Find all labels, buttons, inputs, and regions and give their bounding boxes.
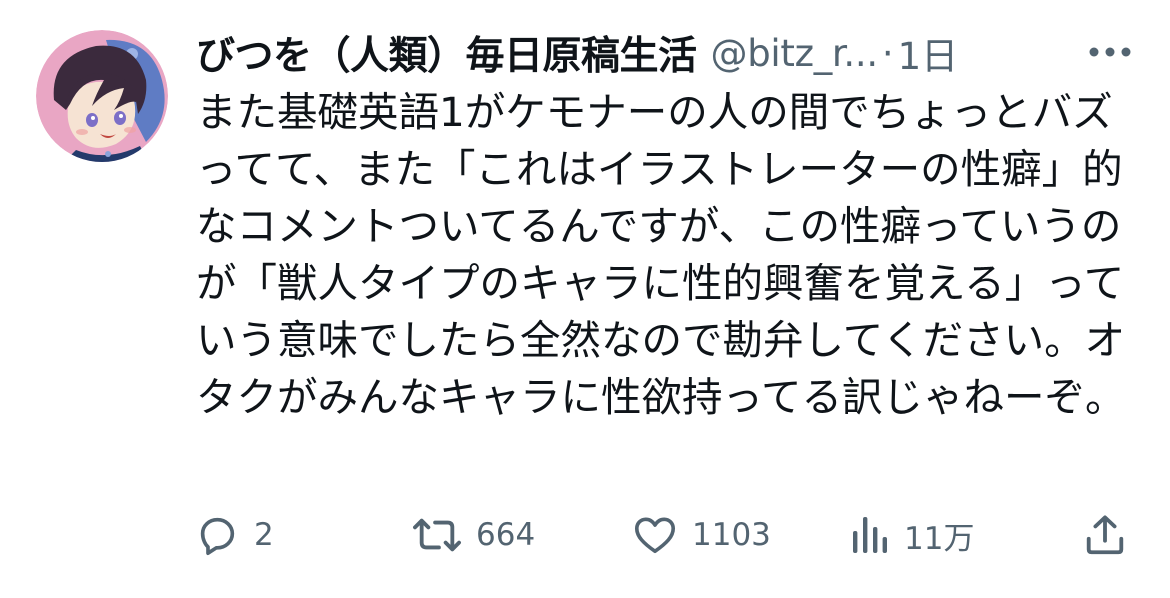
heart-icon [634, 517, 676, 554]
tweet-actions-bar: 2 664 1103 11万 [0, 505, 1170, 565]
avatar-illustration-icon [36, 30, 168, 162]
more-options-button[interactable] [1078, 32, 1142, 72]
user-handle[interactable]: @bitz_r... [711, 32, 879, 75]
like-button[interactable]: 1103 [632, 505, 771, 565]
retweet-button[interactable]: 664 [412, 505, 535, 565]
tweet-timestamp[interactable]: 1日 [898, 26, 959, 80]
share-button[interactable] [1082, 505, 1128, 565]
views-count: 11万 [904, 520, 975, 557]
views-button[interactable]: 11万 [850, 505, 974, 565]
like-count: 1103 [692, 517, 771, 553]
retweet-count: 664 [476, 517, 536, 553]
more-horizontal-icon [1089, 47, 1131, 57]
separator-dot: · [881, 31, 894, 75]
tweet-header: びつを（人類）毎日原稿生活 @bitz_r... · 1日 [196, 26, 1146, 80]
tweet-card[interactable]: びつを（人類）毎日原稿生活 @bitz_r... · 1日 また基礎英語1がケモ… [0, 0, 1170, 598]
retweet-icon [413, 518, 461, 552]
user-avatar[interactable] [36, 30, 168, 162]
reply-count: 2 [254, 517, 274, 553]
views-icon [853, 517, 887, 553]
tweet-body-text: また基礎英語1がケモナーの人の間でちょっとバズってて、また「これはイラストレータ… [196, 88, 1126, 421]
share-icon [1086, 515, 1124, 555]
reply-button[interactable]: 2 [194, 505, 274, 565]
reply-icon [200, 517, 235, 556]
display-name[interactable]: びつを（人類）毎日原稿生活 [196, 26, 697, 80]
